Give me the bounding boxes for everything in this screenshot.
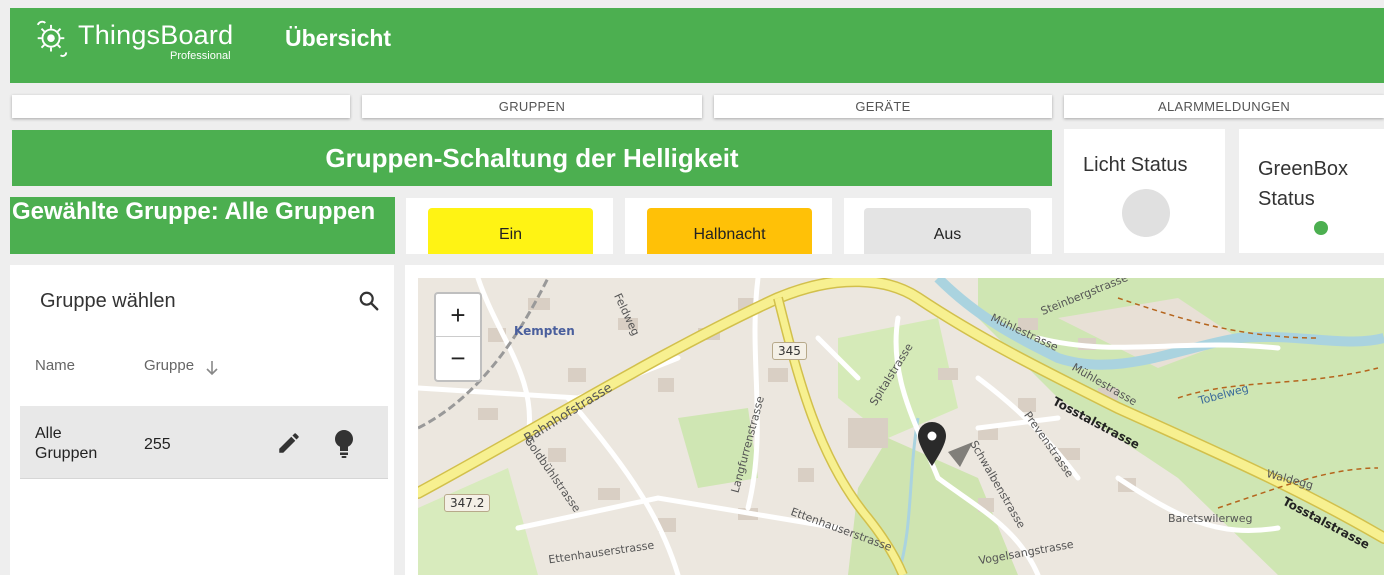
light-status-indicator	[1122, 189, 1170, 237]
map-tiles	[418, 278, 1384, 575]
edit-icon[interactable]	[276, 430, 302, 456]
map-label-road-345: 345	[772, 342, 807, 360]
greenbox-status-indicator	[1314, 221, 1328, 235]
brand-name: ThingsBoard	[78, 20, 234, 50]
zoom-out-button[interactable]: −	[436, 337, 480, 379]
greenbox-status-label: GreenBox Status	[1258, 158, 1349, 210]
panel-title: Gruppe wählen	[40, 290, 176, 312]
row-group: 255	[144, 436, 171, 453]
column-header-name[interactable]: Name	[35, 357, 75, 374]
thingsboard-logo-icon	[36, 20, 68, 57]
search-icon[interactable]	[358, 290, 380, 312]
tab-gruppen[interactable]: GRUPPEN	[362, 95, 702, 118]
off-button[interactable]: Aus	[864, 208, 1031, 254]
zoom-control: + −	[434, 292, 482, 382]
map-label-baretswilerweg: Baretswilerweg	[1168, 512, 1253, 525]
column-header-group[interactable]: Gruppe	[144, 357, 194, 374]
selected-group-label: Gewählte Gruppe: Alle Gruppen	[10, 197, 395, 254]
brand-subtitle: Professional	[170, 50, 231, 62]
map-label-kempten: Kempten	[514, 324, 575, 338]
light-status-label: Licht Status	[1083, 154, 1188, 176]
section-heading: Gruppen-Schaltung der Helligkeit	[12, 130, 1052, 186]
tab-geraete[interactable]: GERÄTE	[714, 95, 1052, 118]
map-view[interactable]: Kempten Feldweg Bahnhofstrasse 345 347.2…	[418, 278, 1384, 575]
tab-empty[interactable]	[12, 95, 350, 118]
zoom-in-button[interactable]: +	[436, 294, 480, 336]
half-night-button[interactable]: Halbnacht	[647, 208, 812, 254]
lightbulb-icon[interactable]	[332, 428, 356, 460]
on-button[interactable]: Ein	[428, 208, 593, 254]
map-label-road-347: 347.2	[444, 494, 491, 512]
tab-alarmmeldungen[interactable]: ALARMMELDUNGEN	[1064, 95, 1384, 118]
top-bar: ThingsBoard Professional Übersicht	[10, 8, 1384, 83]
page-title: Übersicht	[285, 25, 392, 51]
arrow-down-icon[interactable]	[205, 360, 219, 376]
row-name: Alle Gruppen	[35, 425, 98, 462]
